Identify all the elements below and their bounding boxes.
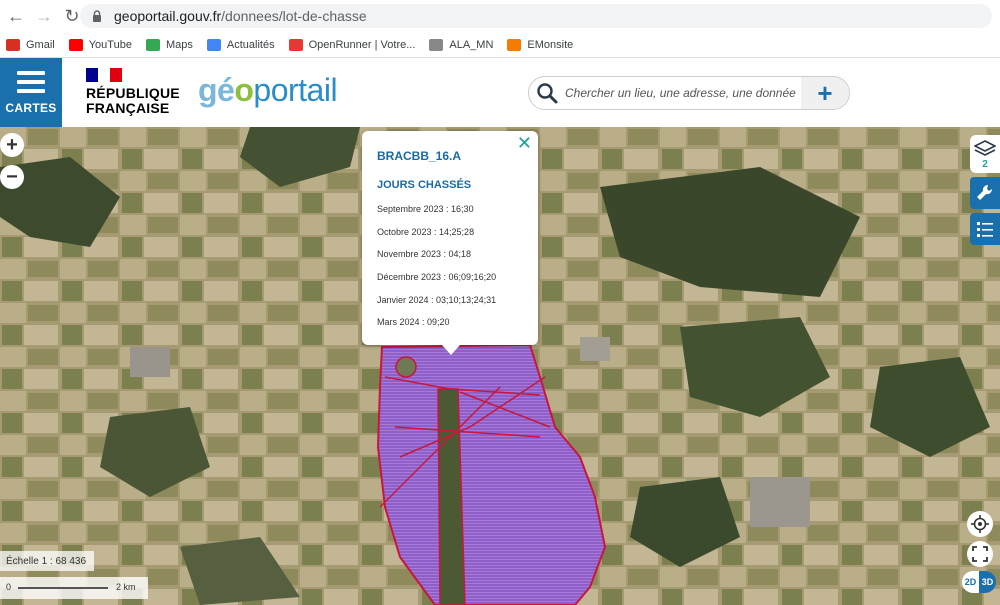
bookmark-label: ALA_MN bbox=[449, 38, 494, 51]
bookmark-item[interactable]: Gmail bbox=[6, 38, 55, 51]
maps-icon bbox=[145, 38, 160, 51]
marianne-flag-icon bbox=[86, 68, 122, 82]
search-input[interactable]: Chercher un lieu, une adresse, une donné… bbox=[565, 86, 801, 100]
forward-icon[interactable]: → bbox=[30, 2, 58, 30]
cartes-menu-button[interactable]: CARTES bbox=[0, 58, 62, 127]
feature-popup: ✕ BRACBB_16.A JOURS CHASSÉS Septembre 20… bbox=[362, 131, 538, 355]
republique-francaise-logo[interactable]: RÉPUBLIQUE FRANÇAISE bbox=[86, 68, 180, 116]
search-bar: Chercher un lieu, une adresse, une donné… bbox=[528, 76, 850, 110]
rf-line2: FRANÇAISE bbox=[86, 100, 170, 116]
layer-count: 2 bbox=[982, 158, 988, 170]
crosshair-icon bbox=[971, 515, 989, 533]
gmail-icon bbox=[6, 38, 20, 51]
bookmark-item[interactable]: OpenRunner | Votre... bbox=[288, 38, 416, 51]
bookmark-item[interactable]: Maps bbox=[145, 38, 193, 51]
browser-toolbar: ← → ↻ geoportail.gouv.fr/donnees/lot-de-… bbox=[0, 0, 1000, 32]
layers-button[interactable]: 2 bbox=[970, 135, 1000, 173]
popup-rows: Septembre 2023 : 16;30 Octobre 2023 : 14… bbox=[377, 204, 496, 340]
popup-row: Janvier 2024 : 03;10;13;24;31 bbox=[377, 294, 497, 305]
bookmark-label: Gmail bbox=[26, 38, 55, 51]
list-icon bbox=[977, 222, 993, 237]
legend-button[interactable] bbox=[970, 213, 1000, 245]
view-mode-toggle[interactable]: 2D 3D bbox=[962, 571, 996, 593]
scale-start: 0 bbox=[6, 582, 12, 592]
url-host: geoportail.gouv.fr bbox=[114, 8, 222, 24]
bookmark-item[interactable]: YouTube bbox=[68, 38, 132, 51]
close-icon[interactable]: ✕ bbox=[517, 133, 532, 154]
geoportail-logo[interactable]: géoportail bbox=[198, 72, 338, 109]
bookmarks-bar: Gmail YouTube Maps Actualités OpenRunner | V… bbox=[0, 32, 1000, 58]
fullscreen-button[interactable] bbox=[967, 541, 993, 567]
popup-row: Octobre 2023 : 14;25;28 bbox=[377, 226, 475, 237]
wrench-icon bbox=[977, 184, 993, 200]
bookmark-label: OpenRunner | Votre... bbox=[308, 38, 416, 51]
bookmark-item[interactable]: Actualités bbox=[206, 38, 275, 51]
geolocate-button[interactable] bbox=[967, 511, 993, 537]
lock-icon bbox=[93, 10, 101, 22]
popup-title: BRACBB_16.A bbox=[377, 149, 462, 163]
cartes-label: CARTES bbox=[5, 100, 57, 115]
bookmark-label: Maps bbox=[165, 38, 193, 51]
2d-button[interactable]: 2D bbox=[962, 571, 979, 593]
ala-icon bbox=[429, 38, 444, 51]
url-path: /donnees/lot-de-chasse bbox=[221, 8, 367, 24]
menu-icon bbox=[17, 70, 45, 93]
search-icon[interactable] bbox=[533, 79, 561, 107]
bookmark-item[interactable]: EMonsite bbox=[507, 38, 574, 51]
popup-subtitle: JOURS CHASSÉS bbox=[377, 179, 472, 191]
bookmark-label: YouTube bbox=[88, 38, 132, 51]
zoom-in-button[interactable]: + bbox=[0, 133, 24, 157]
popup-row: Novembre 2023 : 04;18 bbox=[377, 249, 472, 260]
openrunner-icon bbox=[288, 38, 303, 51]
tools-button[interactable] bbox=[970, 177, 1000, 209]
back-icon[interactable]: ← bbox=[2, 2, 30, 30]
popup-row: Décembre 2023 : 06;09;16;20 bbox=[377, 272, 497, 283]
zoom-out-button[interactable]: − bbox=[0, 165, 24, 189]
site-header: CARTES RÉPUBLIQUE FRANÇAISE géoportail C… bbox=[0, 58, 1000, 127]
address-bar[interactable]: geoportail.gouv.fr/donnees/lot-de-chasse bbox=[80, 4, 992, 28]
popup-row: Mars 2024 : 09;20 bbox=[377, 317, 450, 328]
add-data-button[interactable]: + bbox=[801, 77, 849, 109]
bookmark-label: Actualités bbox=[226, 38, 275, 51]
bookmark-label: EMonsite bbox=[527, 38, 574, 51]
popup-row: Septembre 2023 : 16;30 bbox=[377, 204, 474, 214]
emonsite-icon bbox=[507, 38, 522, 51]
layers-icon bbox=[974, 139, 996, 156]
scale-end: 2 km bbox=[116, 582, 136, 592]
map-tools-panel: 2 bbox=[970, 135, 1000, 249]
youtube-icon bbox=[68, 38, 83, 51]
bookmark-item[interactable]: ALA_MN bbox=[429, 38, 494, 51]
scale-text: Échelle 1 : 68 436 bbox=[0, 551, 94, 571]
fullscreen-icon bbox=[972, 546, 988, 562]
map-view[interactable]: + − ✕ BRACBB_16.A JOURS CHASSÉS Septembr… bbox=[0, 127, 1000, 605]
rf-line1: RÉPUBLIQUE bbox=[86, 85, 180, 101]
scale-bar: 0 2 km bbox=[0, 577, 148, 599]
news-icon bbox=[206, 38, 221, 51]
